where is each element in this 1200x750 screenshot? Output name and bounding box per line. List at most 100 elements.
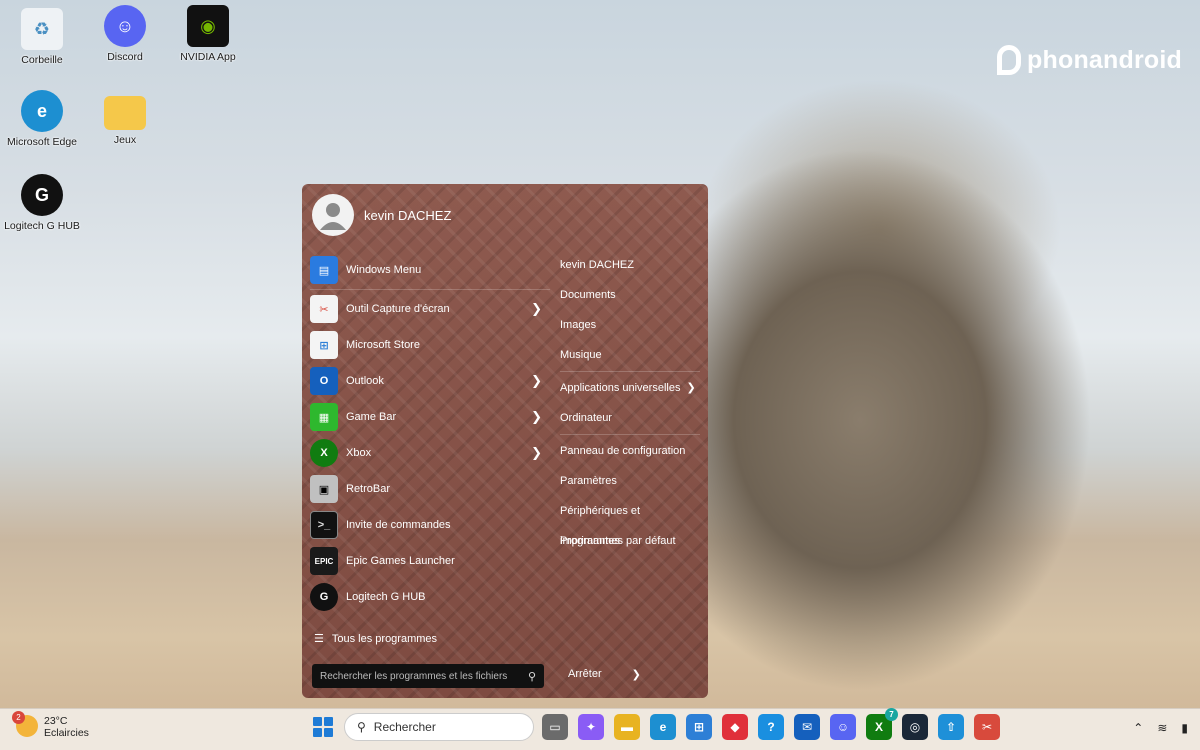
desktop-icon-jeux[interactable]: Jeux [83, 90, 167, 146]
program-logitech[interactable]: G Logitech G HUB [310, 579, 550, 615]
user-silhouette-icon [320, 203, 346, 230]
desktop-icon-label: Corbeille [21, 54, 63, 66]
notification-badge: 2 [12, 711, 25, 724]
link-settings[interactable]: Paramètres [560, 466, 700, 496]
windows-menu-icon: ▤ [310, 256, 338, 284]
chevron-right-icon[interactable]: ❯ [531, 373, 542, 389]
taskbar-search[interactable]: ⚲ Rechercher [344, 713, 534, 741]
epic-icon: EPIC [310, 547, 338, 575]
program-label: Logitech G HUB [346, 591, 426, 603]
store-icon: ⊞ [310, 331, 338, 359]
logitech-icon: G [310, 583, 338, 611]
program-xbox[interactable]: X Xbox ❯ [310, 435, 550, 471]
steam-icon[interactable]: ◎ [902, 714, 928, 740]
program-cmd[interactable]: >_ Invite de commandes [310, 507, 550, 543]
link-documents[interactable]: Documents [560, 280, 700, 310]
desktop-icon-discord[interactable]: ☺ Discord [83, 5, 167, 63]
link-music[interactable]: Musique [560, 340, 700, 370]
start-button[interactable] [310, 714, 336, 740]
link-label: Applications universelles [560, 382, 681, 394]
discord-icon: ☺ [104, 5, 146, 47]
chevron-up-icon[interactable]: ⌃ [1133, 721, 1143, 735]
separator [560, 434, 700, 435]
search-placeholder: Rechercher les programmes et les fichier… [320, 670, 508, 682]
upload-icon[interactable]: ⇧ [938, 714, 964, 740]
discord-icon[interactable]: ☺ [830, 714, 856, 740]
link-control-panel[interactable]: Panneau de configuration [560, 436, 700, 466]
all-programs-label: Tous les programmes [331, 632, 438, 645]
desktop-icon-recycle-bin[interactable]: ♻ Corbeille [0, 8, 84, 66]
xbox-icon[interactable]: X7 [866, 708, 898, 740]
link-devices-printers[interactable]: Périphériques et imprimantes [560, 496, 700, 547]
program-microsoft-store[interactable]: ⊞ Microsoft Store [310, 327, 550, 363]
outlook-icon: O [310, 367, 338, 395]
mail-icon[interactable]: ✉ [794, 714, 820, 740]
weather-desc: Eclaircies [44, 727, 89, 739]
link-default-programs[interactable]: Programmes par défaut [560, 526, 700, 556]
desktop-icon-label: NVIDIA App [180, 51, 236, 63]
user-name: kevin DACHEZ [364, 207, 452, 223]
wifi-icon[interactable]: ≋ [1157, 721, 1167, 735]
all-programs-button[interactable]: ☰ Tous les programmes [314, 632, 438, 646]
desktop-icon-logitech[interactable]: G Logitech G HUB [0, 174, 84, 232]
search-icon: ⚲ [357, 720, 366, 734]
battery-icon[interactable]: ▮ [1181, 721, 1188, 735]
task-view-icon[interactable]: ▭ [542, 714, 568, 740]
copilot-icon[interactable]: ✦ [578, 714, 604, 740]
chevron-right-icon[interactable]: ❯ [632, 668, 641, 681]
phonandroid-logo-icon [997, 45, 1022, 75]
chevron-right-icon: ❯ [686, 382, 696, 394]
phonandroid-watermark: phonandroid [997, 45, 1182, 75]
program-game-bar[interactable]: ▦ Game Bar ❯ [310, 399, 550, 435]
program-label: Windows Menu [346, 264, 422, 276]
taskbar-search-label: Rechercher [373, 720, 436, 734]
help-icon[interactable]: ? [758, 714, 784, 740]
program-label: Invite de commandes [346, 519, 451, 531]
weather-icon: 2 [12, 711, 38, 737]
desktop-icon-edge[interactable]: e Microsoft Edge [0, 90, 84, 148]
snipping-tool-icon: ✂ [310, 295, 338, 323]
search-icon: ⚲ [527, 670, 536, 683]
recycle-bin-icon: ♻ [21, 8, 63, 50]
app-red-icon[interactable]: ◆ [722, 714, 748, 740]
start-menu: kevin DACHEZ ▤ Windows Menu ✂ Outil Capt… [302, 184, 708, 698]
snipping-tool-icon[interactable]: ✂ [974, 714, 1000, 740]
user-header[interactable]: kevin DACHEZ [312, 194, 451, 236]
store-icon[interactable]: ⊞ [686, 714, 712, 740]
link-computer[interactable]: Ordinateur [560, 403, 700, 433]
separator [560, 371, 700, 372]
chevron-right-icon[interactable]: ❯ [531, 445, 542, 461]
link-user-folder[interactable]: kevin DACHEZ [560, 250, 700, 280]
nvidia-icon: ◉ [187, 5, 229, 47]
program-outlook[interactable]: O Outlook ❯ [310, 363, 550, 399]
explorer-icon[interactable]: ▬ [614, 714, 640, 740]
program-label: RetroBar [346, 483, 391, 495]
program-retrobar[interactable]: ▣ RetroBar [310, 471, 550, 507]
separator [310, 289, 550, 290]
desktop-icon-label: Jeux [113, 134, 137, 146]
avatar[interactable] [312, 194, 354, 236]
chevron-right-icon[interactable]: ❯ [531, 409, 542, 425]
desktop-icon-label: Logitech G HUB [4, 220, 80, 232]
link-universal-apps[interactable]: Applications universelles ❯ [560, 373, 700, 403]
chevron-right-icon[interactable]: ❯ [531, 301, 542, 317]
weather-widget[interactable]: 2 23°C Eclaircies [12, 711, 89, 739]
edge-icon: e [21, 90, 63, 132]
program-list: ▤ Windows Menu ✂ Outil Capture d'écran ❯… [310, 252, 550, 615]
system-tray: ⌃ ≋ ▮ [1133, 721, 1188, 735]
program-label: Xbox [346, 447, 372, 459]
program-windows-menu[interactable]: ▤ Windows Menu [310, 252, 550, 288]
shutdown-button[interactable]: Arrêter ❯ [568, 668, 641, 681]
desktop-icon-nvidia[interactable]: ◉ NVIDIA App [166, 5, 250, 63]
program-label: Game Bar [346, 411, 397, 423]
program-epic-games[interactable]: EPIC Epic Games Launcher [310, 543, 550, 579]
program-snipping-tool[interactable]: ✂ Outil Capture d'écran ❯ [310, 291, 550, 327]
start-search-input[interactable]: Rechercher les programmes et les fichier… [312, 664, 544, 688]
desktop-icon-label: Microsoft Edge [6, 136, 78, 148]
program-label: Epic Games Launcher [346, 555, 455, 567]
app-badge: 7 [885, 708, 898, 721]
pinned-apps: ▭ ✦ ▬ e ⊞ ◆? ✉ ☺ X 7 ◎ ⇧ ✂ [542, 708, 1000, 740]
shortcut-links: kevin DACHEZ Documents Images Musique Ap… [560, 250, 700, 556]
link-images[interactable]: Images [560, 310, 700, 340]
edge-icon[interactable]: e [650, 714, 676, 740]
